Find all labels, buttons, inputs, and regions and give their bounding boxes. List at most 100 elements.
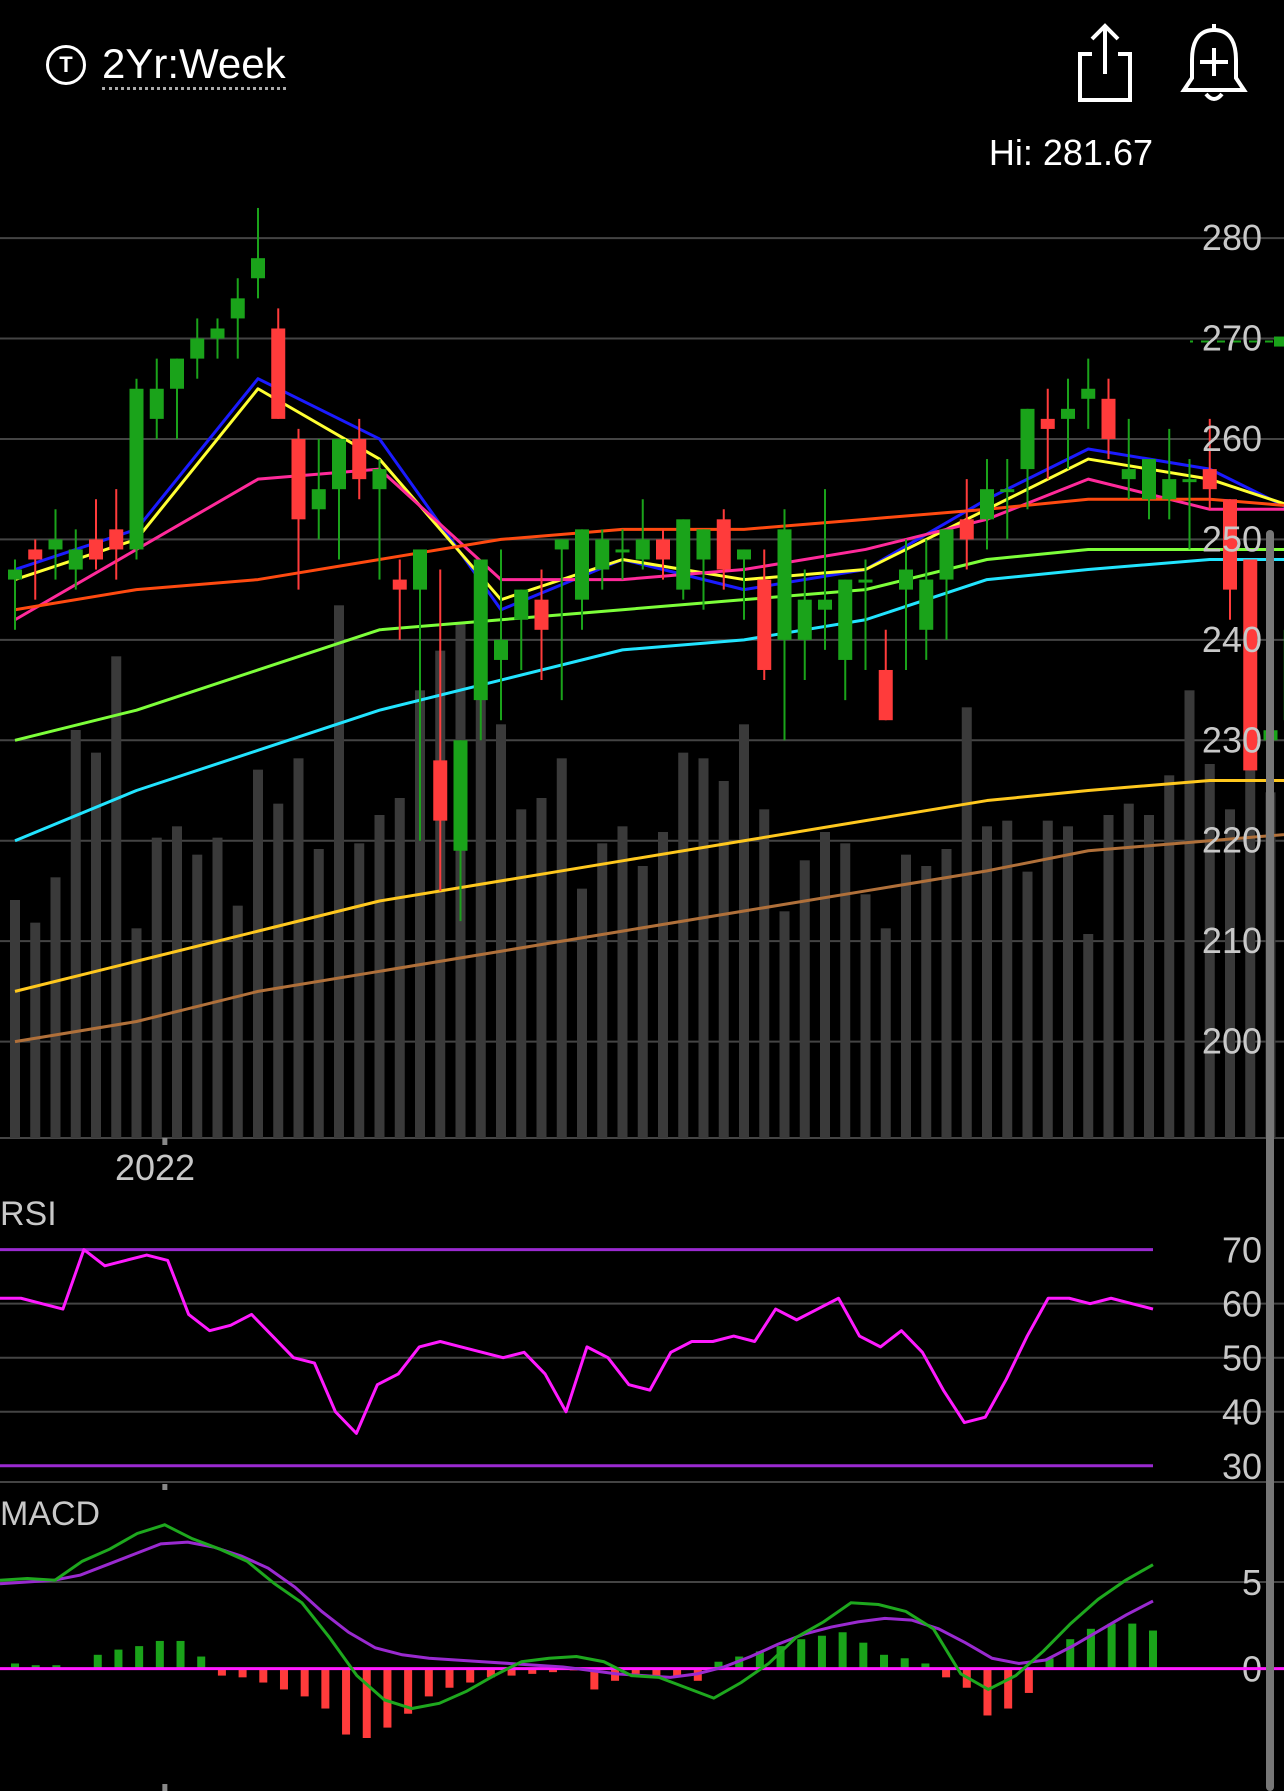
candle-body — [777, 529, 792, 640]
volume-bar — [91, 752, 101, 1138]
volume-bar — [1123, 803, 1134, 1138]
volume-bar — [901, 854, 911, 1138]
macd-histogram-bar — [342, 1668, 351, 1735]
macd-histogram-bar — [1149, 1630, 1157, 1669]
candle-body — [534, 599, 549, 630]
candle-body — [453, 740, 468, 851]
moving-average-line — [14, 557, 1284, 843]
candle-body — [716, 519, 731, 570]
candle-body — [68, 549, 83, 570]
x-tick-label: 2022 — [115, 1147, 195, 1188]
candle-body — [89, 539, 103, 560]
candle-body — [109, 529, 124, 550]
macd-histogram-bar — [424, 1668, 433, 1697]
volume-bar — [759, 809, 770, 1138]
candle-body — [170, 358, 184, 389]
volume-bar — [334, 605, 344, 1138]
candle-body — [878, 669, 893, 721]
volume-bar — [880, 928, 891, 1138]
candle-body — [352, 438, 367, 480]
macd-histogram-bar — [983, 1668, 992, 1716]
volume-bar — [496, 724, 506, 1138]
volume-bar — [354, 843, 365, 1138]
macd-histogram-bar — [93, 1654, 102, 1669]
volume-bar — [617, 826, 628, 1138]
hi-price-label: Hi: 281.67 — [989, 132, 1153, 173]
rsi-tick-label: 50 — [1222, 1338, 1262, 1379]
candle-body — [939, 529, 954, 580]
candle-body — [494, 639, 508, 660]
candle-body — [899, 569, 913, 590]
volume-bar — [820, 831, 830, 1138]
macd-histogram-bar — [817, 1635, 826, 1669]
candle-body — [473, 559, 488, 701]
price-tick-label: 270 — [1202, 318, 1262, 359]
volume-bar — [556, 758, 567, 1138]
volume-bar — [374, 814, 385, 1138]
volume-bar — [111, 656, 122, 1138]
rsi-panel-label: RSI — [0, 1195, 57, 1233]
rsi-panel: 70 60 50 40 30 — [0, 1230, 1284, 1487]
candle-body — [190, 338, 205, 359]
candle-body — [858, 579, 873, 583]
candle-body — [1040, 418, 1055, 429]
macd-tick-label: 5 — [1242, 1562, 1262, 1603]
last-price-marker — [1274, 336, 1284, 347]
price-tick-label: 200 — [1202, 1021, 1262, 1062]
volume-bar — [739, 724, 749, 1138]
volume-bar — [1184, 690, 1195, 1138]
macd-histogram-bar — [1024, 1668, 1033, 1693]
macd-histogram-bar — [362, 1668, 371, 1738]
candle-body — [635, 539, 650, 560]
volume-bar — [192, 854, 203, 1138]
volume-bar — [577, 888, 587, 1138]
candle-body — [615, 549, 630, 553]
volume-bar — [1022, 871, 1033, 1138]
macd-histogram-bar — [259, 1668, 268, 1683]
candle-body — [656, 539, 670, 560]
candle-body — [980, 489, 994, 520]
macd-histogram-bar — [279, 1668, 288, 1690]
candle-body — [1142, 459, 1156, 500]
price-axis: 280 270 260 250 240 230 220 210 200 — [1202, 217, 1262, 1062]
macd-histogram-bar — [300, 1668, 309, 1697]
price-tick-label: 280 — [1202, 217, 1262, 258]
volume-bar — [232, 905, 243, 1138]
macd-panel: 50 — [0, 1484, 1284, 1791]
volume-bar — [658, 831, 668, 1138]
volume-bar — [698, 758, 709, 1138]
volume-bars — [10, 605, 1276, 1138]
vertical-scrollbar[interactable] — [1266, 530, 1274, 1791]
price-tick-label: 240 — [1202, 619, 1262, 660]
volume-bar — [313, 848, 324, 1138]
candle-body — [676, 519, 691, 590]
macd-line — [0, 1523, 1154, 1711]
macd-histogram-bar — [880, 1654, 889, 1669]
macd-histogram-bar — [114, 1649, 123, 1669]
macd-histogram-bar — [1066, 1639, 1075, 1669]
candle-body — [1162, 479, 1177, 500]
moving-average-lines — [14, 377, 1284, 1044]
volume-bar — [516, 809, 527, 1138]
candle-body — [332, 438, 346, 490]
moving-average-line — [14, 467, 1284, 622]
macd-histogram-bar — [176, 1640, 185, 1669]
volume-bar — [1103, 814, 1114, 1138]
candle-body — [413, 549, 427, 590]
volume-bar — [860, 894, 871, 1138]
macd-histogram-bar — [859, 1642, 868, 1669]
moving-average-line — [14, 833, 1284, 1044]
candle-body — [575, 529, 589, 600]
candle-body — [1000, 489, 1015, 493]
price-tick-label: 220 — [1202, 820, 1262, 861]
candle-body — [291, 438, 306, 520]
volume-bar — [678, 752, 689, 1138]
stock-chart[interactable]: 280 270 260 250 240 230 220 210 200 Hi: 281.67 2… — [0, 0, 1284, 1791]
macd-histogram-bar — [1004, 1668, 1013, 1709]
volume-bar — [1063, 826, 1073, 1138]
candle-body — [271, 328, 286, 419]
candle-body — [28, 549, 43, 560]
candle-body — [392, 579, 407, 590]
candle-body — [48, 539, 63, 550]
candle-body — [554, 539, 569, 550]
